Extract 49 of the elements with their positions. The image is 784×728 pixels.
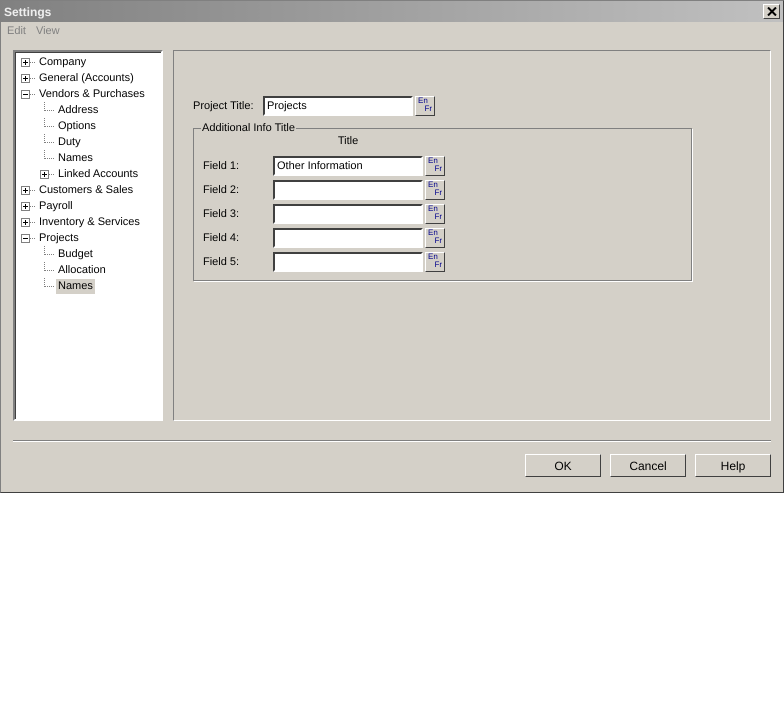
language-button[interactable]: En Fr	[425, 252, 445, 272]
field-label: Field 5:	[203, 256, 240, 268]
dialog-button[interactable]: Help	[695, 454, 771, 477]
close-button[interactable]	[763, 4, 780, 19]
tree-item[interactable]: Projects	[37, 230, 81, 246]
expander-icon[interactable]	[21, 74, 35, 82]
expander-icon[interactable]	[40, 170, 54, 178]
close-icon	[766, 7, 776, 16]
tree-item[interactable]: General (Accounts)	[37, 70, 136, 86]
tree-item[interactable]: Customers & Sales	[37, 182, 136, 198]
tree-item[interactable]: Options	[56, 118, 98, 134]
expander-icon[interactable]	[21, 234, 35, 242]
expander-icon[interactable]	[21, 218, 35, 226]
tree-item[interactable]: Budget	[56, 246, 95, 262]
tree-item[interactable]: Payroll	[37, 198, 75, 214]
expander-icon[interactable]	[21, 58, 35, 66]
column-header: Title	[338, 135, 358, 147]
input-field[interactable]	[273, 180, 423, 200]
tree-item[interactable]: Inventory & Services	[37, 214, 142, 230]
tree-item[interactable]: Names	[56, 278, 95, 294]
expander-icon[interactable]	[21, 202, 35, 210]
tree-item[interactable]: Vendors & Purchases	[37, 86, 147, 102]
window-title: Settings	[4, 4, 52, 18]
tree-item[interactable]: Linked Accounts	[56, 166, 140, 182]
tree-item[interactable]: Duty	[56, 134, 83, 150]
language-button[interactable]: En Fr	[425, 228, 445, 248]
input-field[interactable]: Other Information	[273, 156, 423, 176]
field-label: Project Title:	[193, 100, 255, 112]
field-label: Field 4:	[203, 232, 240, 244]
expander-icon[interactable]	[21, 90, 35, 98]
expander-icon[interactable]	[21, 186, 35, 194]
input-field[interactable]	[273, 252, 423, 272]
language-button[interactable]: En Fr	[425, 156, 445, 176]
tree-item[interactable]: Address	[56, 102, 100, 118]
field-label: Field 3:	[203, 208, 240, 220]
language-button[interactable]: En Fr	[425, 204, 445, 224]
dialog-button[interactable]: OK	[525, 454, 601, 477]
language-button[interactable]: En Fr	[415, 96, 435, 116]
tree-item[interactable]: Names	[56, 150, 95, 166]
language-button[interactable]: En Fr	[425, 180, 445, 200]
tree-item[interactable]: Allocation	[56, 262, 108, 278]
dialog-button[interactable]: Cancel	[610, 454, 686, 477]
field-label: Field 1:	[203, 160, 240, 172]
input-field[interactable]	[273, 204, 423, 224]
project-title-field[interactable]: Projects	[263, 96, 413, 116]
field-label: Field 2:	[203, 184, 240, 196]
tree-item[interactable]: Company	[37, 54, 88, 70]
group-title: Additional Info Title	[201, 122, 296, 134]
input-field[interactable]	[273, 228, 423, 248]
